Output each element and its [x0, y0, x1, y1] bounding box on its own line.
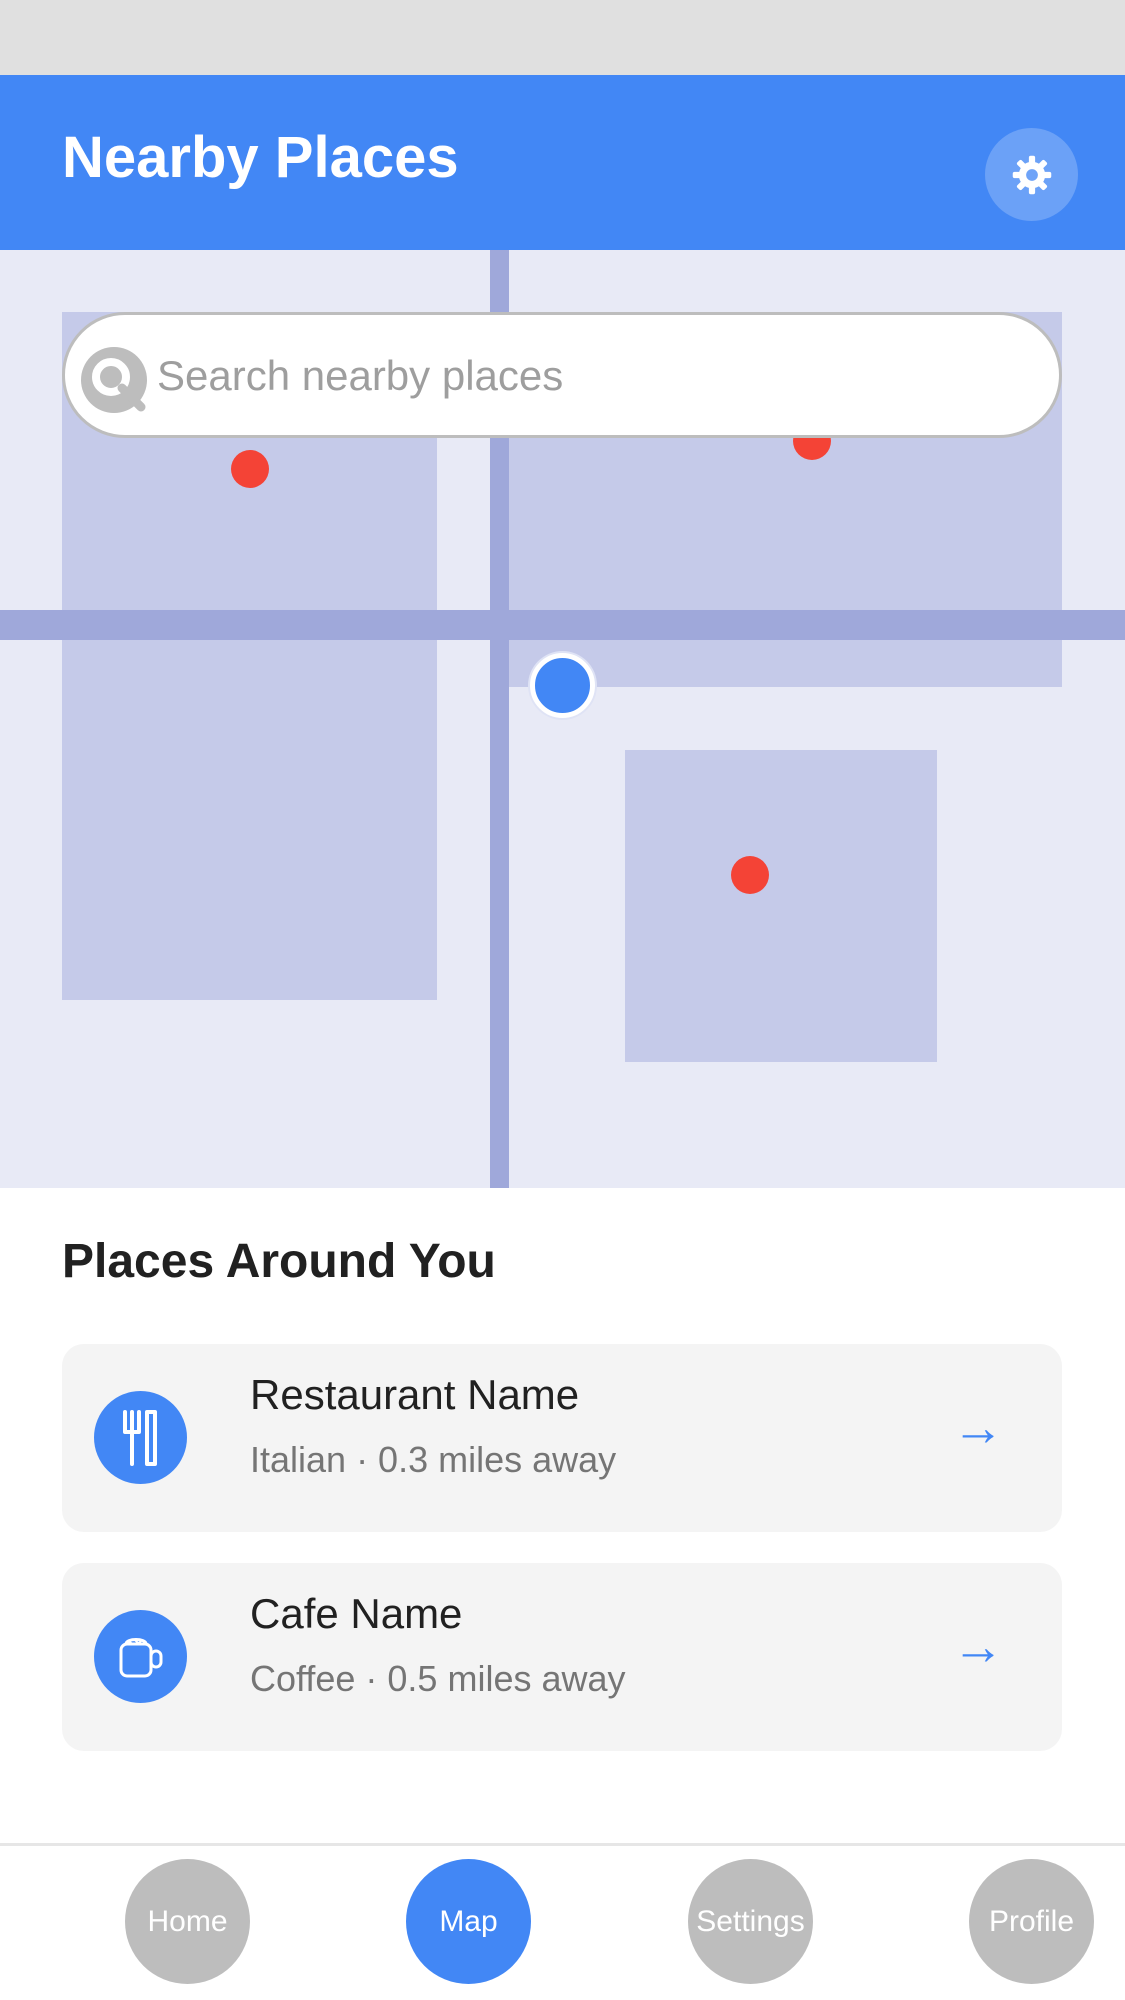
search-bar[interactable]	[62, 312, 1062, 438]
arrow-right-icon[interactable]: →	[952, 1621, 1004, 1673]
status-bar	[0, 0, 1125, 75]
app-bar: Nearby Places	[0, 75, 1125, 250]
map-marker[interactable]	[731, 856, 769, 894]
place-icon-badge	[94, 1391, 187, 1484]
arrow-right-icon[interactable]: →	[952, 1402, 1004, 1454]
nav-item-home[interactable]: Home	[125, 1859, 250, 1984]
bottom-nav: Home Map Settings Profile	[0, 1846, 1125, 2000]
place-card[interactable]: Restaurant Name Italian · 0.3 miles away…	[62, 1344, 1062, 1532]
coffee-cup-icon	[119, 1637, 162, 1677]
places-sheet: Places Around You Restaurant Name Italia…	[0, 1188, 1125, 1843]
utensils-icon	[122, 1409, 157, 1466]
search-icon	[81, 347, 147, 413]
place-card[interactable]: Cafe Name Coffee · 0.5 miles away →	[62, 1563, 1062, 1751]
settings-button[interactable]	[985, 128, 1078, 221]
place-details: Italian · 0.3 miles away	[250, 1439, 617, 1480]
place-name: Restaurant Name	[250, 1371, 580, 1418]
search-input[interactable]	[157, 343, 1017, 409]
section-title: Places Around You	[62, 1235, 496, 1288]
nav-item-settings[interactable]: Settings	[688, 1859, 813, 1984]
user-location-marker	[530, 653, 595, 718]
place-name: Cafe Name	[250, 1590, 463, 1637]
map-marker[interactable]	[231, 450, 269, 488]
page-title: Nearby Places	[62, 125, 459, 190]
nav-item-map[interactable]: Map	[406, 1859, 531, 1984]
nav-item-profile[interactable]: Profile	[969, 1859, 1094, 1984]
place-icon-badge	[94, 1610, 187, 1703]
map-road-horizontal	[0, 610, 1125, 640]
gear-icon	[1012, 155, 1051, 194]
place-details: Coffee · 0.5 miles away	[250, 1658, 626, 1699]
map-block	[625, 750, 937, 1062]
